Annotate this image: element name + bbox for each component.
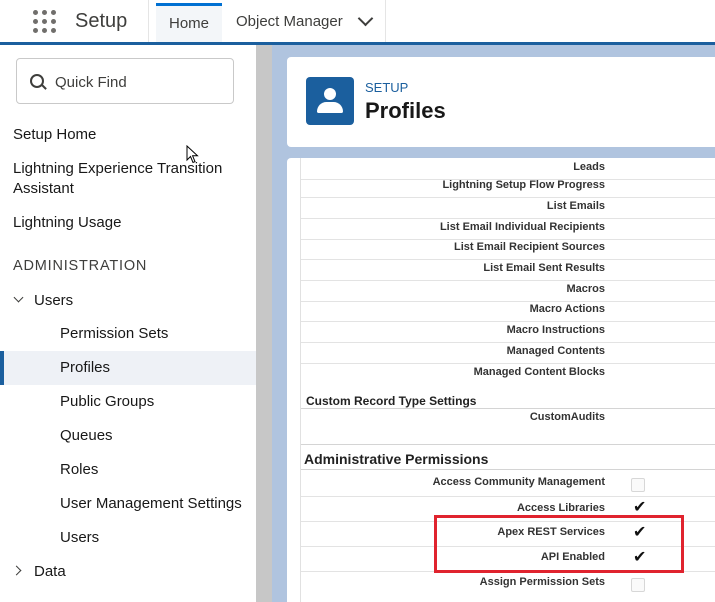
row-label: List Email Recipient Sources [454,241,605,253]
row-label: List Emails [546,200,605,212]
row-label: List Email Sent Results [483,262,605,274]
chevron-right-icon[interactable] [11,565,22,576]
row-label: Access Community Management [432,476,605,488]
row-label: Managed Contents [506,345,605,357]
annotation-highlight-box [434,515,684,573]
nav-users[interactable]: Users [60,529,99,546]
section-title-custom-record-types: Custom Record Type Settings [306,394,477,408]
chevron-down-icon[interactable] [357,10,374,27]
nav-lightning-usage[interactable]: Lightning Usage [13,213,121,233]
divider [385,0,386,44]
table-row: List Email Recipient Sources [301,238,715,260]
table-row: Managed Contents [301,342,715,364]
nav-permission-sets[interactable]: Permission Sets [60,325,168,342]
chevron-down-icon[interactable] [13,292,24,303]
app-name: Setup [75,10,128,32]
table-row: Macro Instructions [301,321,715,343]
row-label: CustomAudits [529,411,605,423]
nav-public-groups[interactable]: Public Groups [60,393,154,410]
table-row: Lightning Setup Flow Progress [301,176,715,198]
setup-sidebar: Setup Home Lightning Experience Transiti… [0,45,256,602]
row-label: Lightning Setup Flow Progress [442,179,605,191]
table-row: Macro Actions [301,300,715,322]
checkmark-icon[interactable]: ✔ [633,497,646,517]
nav-profiles[interactable]: Profiles [60,359,110,376]
tab-object-manager[interactable]: Object Manager [236,3,374,42]
nav-data[interactable]: Data [34,562,66,582]
sidebar-scrollbar[interactable] [256,45,272,602]
global-header: Setup Home Object Manager [0,0,715,45]
table-row: List Email Individual Recipients [301,218,715,240]
row-label: Leads [573,161,605,173]
app-launcher-icon[interactable] [33,10,57,34]
divider [301,444,715,445]
nav-roles[interactable]: Roles [60,461,98,478]
permission-checkbox[interactable] [631,578,645,592]
mouse-cursor-icon [186,145,199,164]
row-label: List Email Individual Recipients [439,221,605,233]
divider [301,469,715,470]
tab-home[interactable]: Home [156,3,222,42]
nav-users-group[interactable]: Users [34,291,73,311]
row-label: Access Libraries [516,502,605,514]
section-administration: ADMINISTRATION [13,258,148,274]
search-icon [30,74,44,88]
nav-selected-highlight [0,351,256,385]
tab-object-manager-label: Object Manager [236,13,343,30]
row-label: Assign Permission Sets [479,576,605,588]
table-row: CustomAudits [301,408,715,429]
table-row: List Emails [301,197,715,219]
quick-find-box[interactable] [16,58,234,104]
quick-find-input[interactable] [53,70,227,94]
section-title-administrative-permissions: Administrative Permissions [304,451,489,467]
nav-user-management-settings[interactable]: User Management Settings [60,495,242,512]
row-label: Macro Instructions [506,324,605,336]
breadcrumb[interactable]: SETUP [365,80,408,95]
table-row: Access Community Management [301,472,715,497]
table-row: List Email Sent Results [301,259,715,281]
divider [148,0,149,44]
permission-checkbox[interactable] [631,478,645,492]
table-row: Assign Permission Sets [301,572,715,596]
nav-setup-home[interactable]: Setup Home [13,125,96,145]
page-title: Profiles [365,98,446,123]
row-label: Managed Content Blocks [473,366,605,378]
table-row: Managed Content Blocks [301,363,715,384]
nav-lightning-transition-assistant[interactable]: Lightning Experience Transition Assistan… [13,159,243,199]
nav-queues[interactable]: Queues [60,427,113,444]
row-label: Macros [566,283,605,295]
row-label: Macro Actions [529,303,605,315]
user-profile-icon [306,77,354,125]
table-row: Macros [301,280,715,302]
